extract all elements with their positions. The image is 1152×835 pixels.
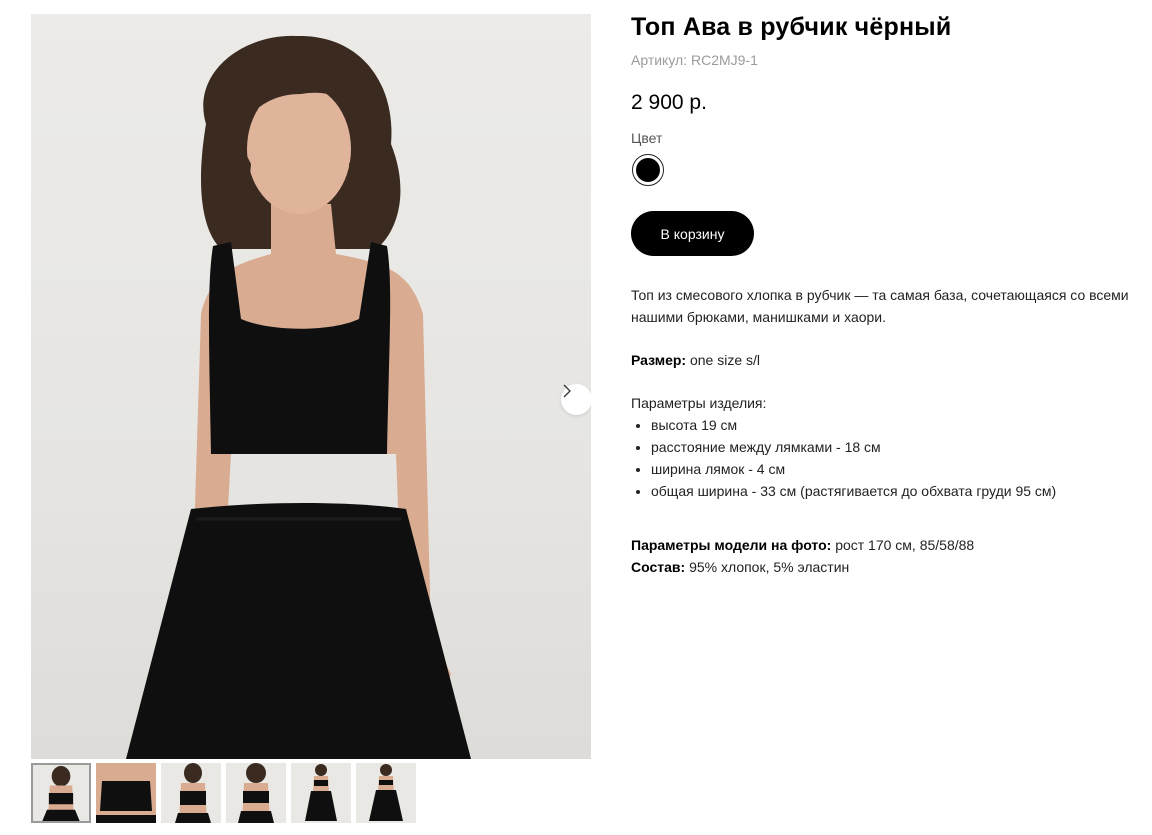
color-label: Цвет <box>631 130 663 146</box>
composition-label: Состав: <box>631 559 686 575</box>
description-intro: Топ из смесового хлопка в рубчик — та са… <box>631 287 1129 325</box>
list-item: ширина лямок - 4 см <box>651 458 1146 480</box>
product-price: 2 900 р. <box>631 91 707 114</box>
thumbnail-image <box>305 764 337 821</box>
list-item: расстояние между лямками - 18 см <box>651 436 1146 458</box>
add-to-cart-button[interactable]: В корзину <box>631 211 754 256</box>
model-photo-illustration <box>126 35 471 759</box>
gallery-thumbnail[interactable] <box>226 763 286 823</box>
list-item: общая ширина - 33 см (растягивается до о… <box>651 480 1146 502</box>
thumbnail-image <box>175 763 211 823</box>
params-heading: Параметры изделия: <box>631 395 767 411</box>
gallery-thumbnail[interactable] <box>161 763 221 823</box>
model-params-value: рост 170 см, 85/58/88 <box>835 537 975 553</box>
model-params-line: Параметры модели на фото: рост 170 см, 8… <box>631 534 1146 556</box>
composition-line: Состав: 95% хлопок, 5% эластин <box>631 556 1146 578</box>
thumbnail-image <box>369 764 403 821</box>
model-params-label: Параметры модели на фото: <box>631 537 832 553</box>
color-swatch-dot <box>636 158 660 182</box>
params-list: высота 19 см расстояние между лямками - … <box>631 414 1146 502</box>
size-line: Размер: one size s/l <box>631 349 1146 371</box>
chevron-right-icon <box>563 384 571 398</box>
product-main-photo[interactable] <box>31 14 591 759</box>
gallery-thumbnail[interactable] <box>31 763 91 823</box>
gallery-thumbnail[interactable] <box>291 763 351 823</box>
product-sku: Артикул: RC2MJ9-1 <box>631 52 758 68</box>
thumbnail-image <box>96 763 156 823</box>
size-value: one size s/l <box>689 352 761 368</box>
thumbnail-image <box>42 765 80 821</box>
gallery-thumbnail[interactable] <box>356 763 416 823</box>
color-swatch-black[interactable] <box>632 154 664 186</box>
thumbnail-image <box>238 763 274 823</box>
size-label: Размер: <box>631 352 687 368</box>
gallery-thumbnail[interactable] <box>96 763 156 823</box>
list-item: высота 19 см <box>651 414 1146 436</box>
gallery-next-button[interactable] <box>561 384 591 415</box>
gallery-thumbnails <box>31 763 416 823</box>
product-title: Топ Ава в рубчик чёрный <box>631 13 952 41</box>
product-description: Топ из смесового хлопка в рубчик — та са… <box>631 284 1146 578</box>
composition-value: 95% хлопок, 5% эластин <box>689 559 850 575</box>
